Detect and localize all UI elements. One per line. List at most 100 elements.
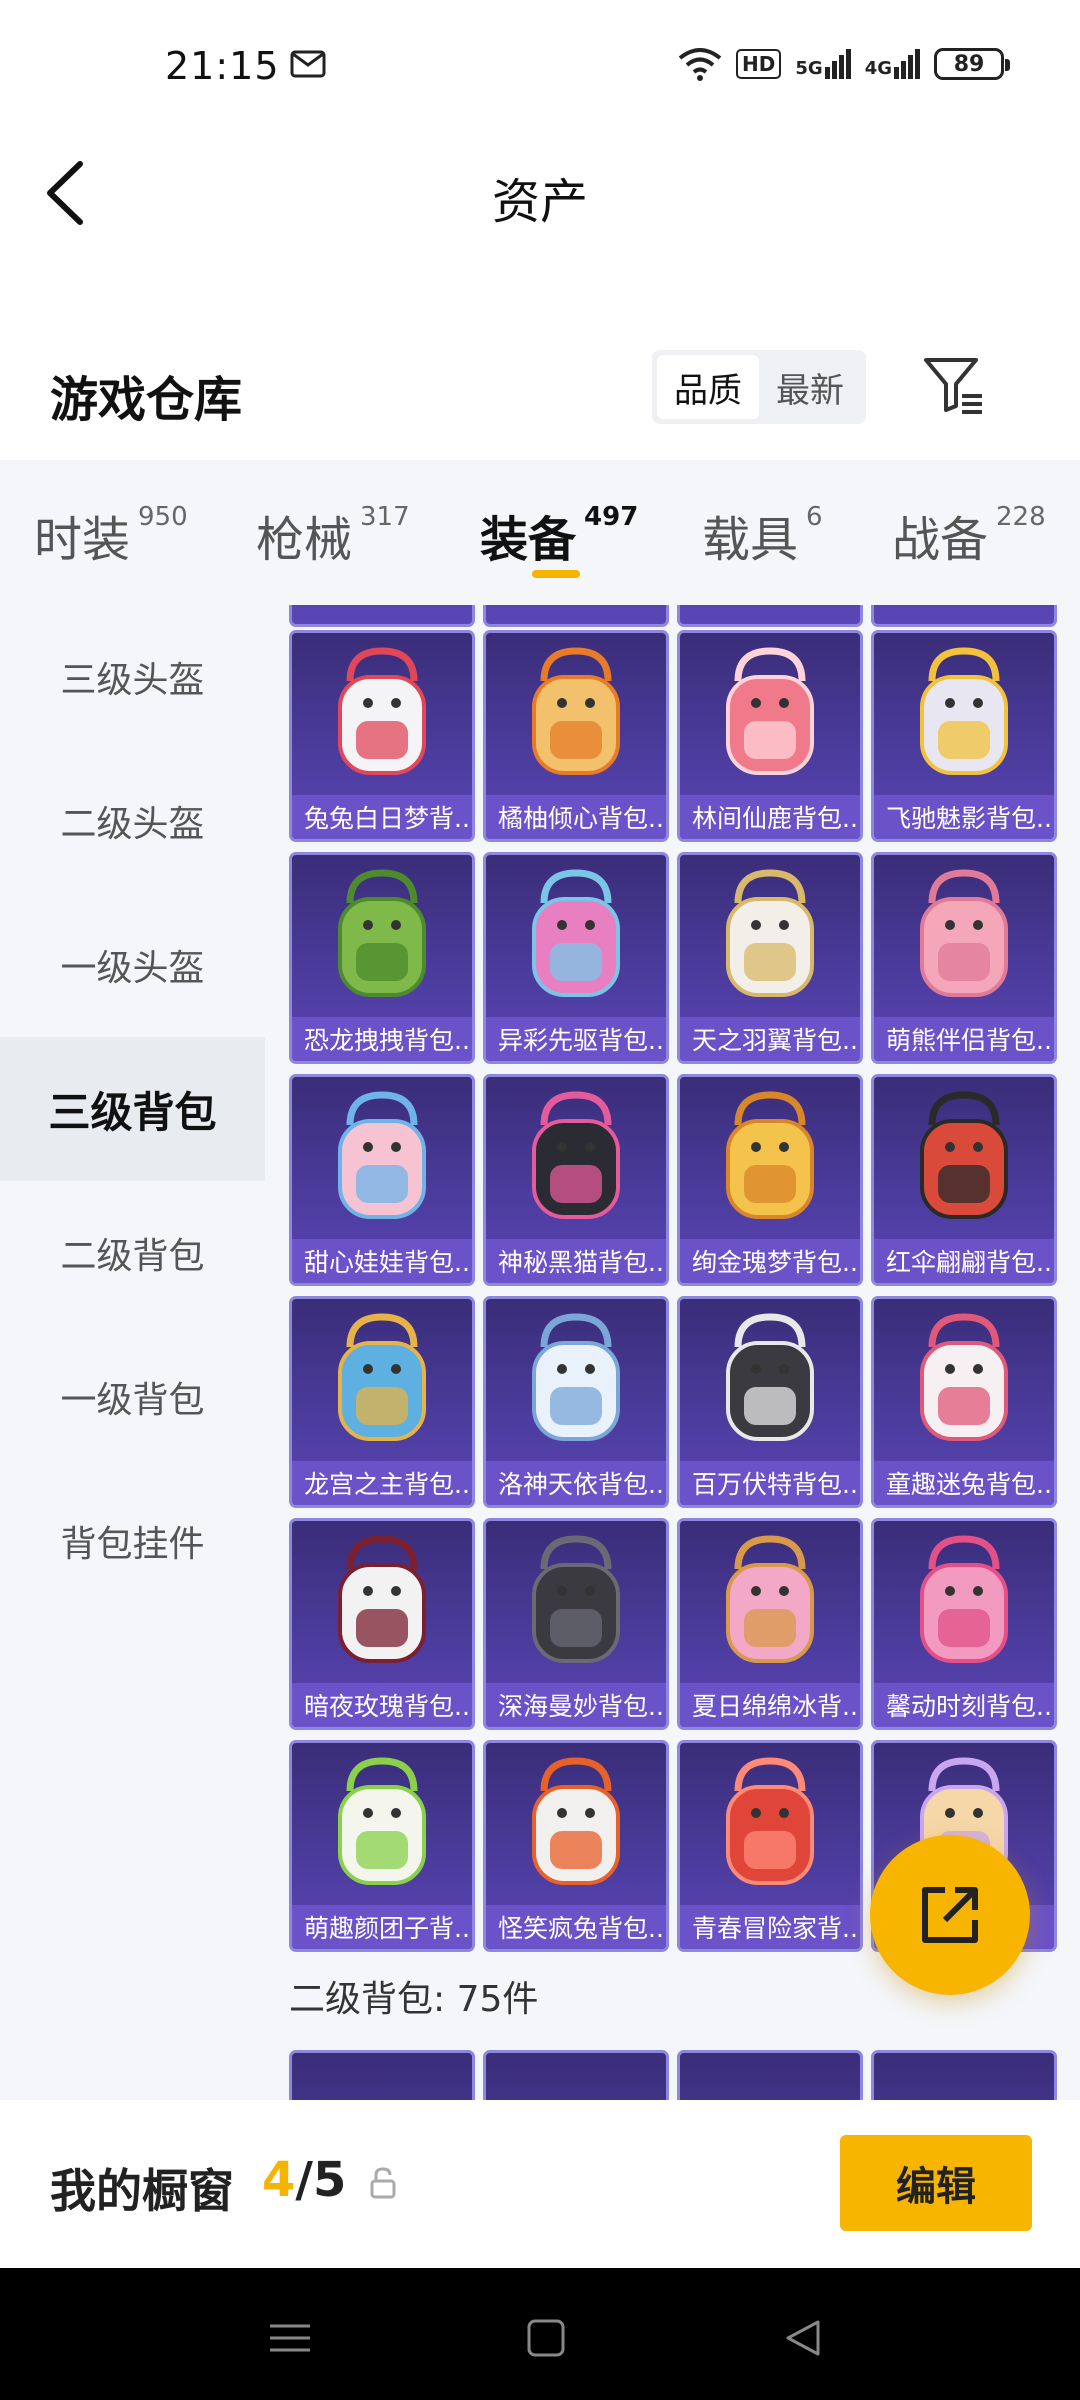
backpack-image-icon [726, 1535, 814, 1663]
item-card[interactable]: 童趣迷兔背包... [871, 1296, 1057, 1508]
showcase-label: 我的橱窗 [50, 2164, 234, 2218]
status-icons: HD 5G 4G 89 [678, 44, 1010, 84]
sort-quality-option[interactable]: 品质 [657, 355, 759, 419]
item-card-partial[interactable] [677, 2050, 863, 2100]
item-name: 甜心娃娃背包... [292, 1239, 472, 1283]
item-card-partial[interactable] [483, 2050, 669, 2100]
item-card[interactable]: 橘柚倾心背包... [483, 630, 669, 842]
sidebar-item-backpack-charm[interactable]: 背包挂件 [0, 1469, 265, 1613]
backpack-image-icon [920, 647, 1008, 775]
filter-icon[interactable] [920, 352, 986, 418]
item-card[interactable]: 馨动时刻背包... [871, 1518, 1057, 1730]
showcase-count: 4/5 [262, 2152, 347, 2208]
item-card-partial[interactable] [483, 605, 669, 627]
category-tabs: 时装 950 枪械 317 装备 497 载具 6 战备 228 [0, 460, 1080, 605]
item-name: 异彩先驱背包... [486, 1017, 666, 1061]
item-name: 萌趣颜团子背... [292, 1905, 472, 1949]
item-name: 深海曼妙背包... [486, 1683, 666, 1727]
backpack-image-icon [920, 1091, 1008, 1219]
item-name: 飞驰魅影背包... [874, 795, 1054, 839]
sidebar-item-lv2-backpack[interactable]: 二级背包 [0, 1181, 265, 1325]
sidebar-item-lv3-backpack[interactable]: 三级背包 [0, 1037, 265, 1181]
sidebar-item-lv2-helmet[interactable]: 二级头盔 [0, 749, 265, 893]
item-card[interactable]: 百万伏特背包... [677, 1296, 863, 1508]
warehouse-bar: 游戏仓库 品质 最新 [0, 330, 1080, 460]
signal-4g-icon: 4G [865, 49, 920, 79]
backpack-image-icon [726, 1313, 814, 1441]
sidebar-item-lv3-helmet[interactable]: 三级头盔 [0, 605, 265, 749]
item-name: 怪笑疯兔背包... [486, 1905, 666, 1949]
item-card[interactable]: 夏日绵绵冰背... [677, 1518, 863, 1730]
item-card[interactable]: 天之羽翼背包... [677, 852, 863, 1064]
item-card[interactable]: 林间仙鹿背包... [677, 630, 863, 842]
backpack-image-icon [338, 647, 426, 775]
tab-fashion[interactable]: 时装 950 [34, 500, 188, 570]
tab-guns[interactable]: 枪械 317 [256, 500, 410, 570]
item-card-partial[interactable] [871, 605, 1057, 627]
item-card-partial[interactable] [289, 605, 475, 627]
item-card[interactable]: 怪笑疯兔背包... [483, 1740, 669, 1952]
sidebar-item-lv1-backpack[interactable]: 一级背包 [0, 1325, 265, 1469]
hd-icon: HD [736, 49, 782, 79]
item-name: 夏日绵绵冰背... [680, 1683, 860, 1727]
item-card[interactable]: 萌熊伴侣背包... [871, 852, 1057, 1064]
back-icon[interactable] [774, 2308, 834, 2368]
item-card-partial[interactable] [289, 2050, 475, 2100]
item-card[interactable]: 萌趣颜团子背... [289, 1740, 475, 1952]
mail-icon [290, 50, 326, 78]
item-card[interactable]: 红伞翩翩背包... [871, 1074, 1057, 1286]
signal-5g-icon: 5G [795, 49, 851, 79]
item-name: 兔兔白日梦背... [292, 795, 472, 839]
edit-button[interactable]: 编辑 [840, 2135, 1032, 2231]
item-name: 橘柚倾心背包... [486, 795, 666, 839]
section-label-lv2-backpack: 二级背包: 75件 [289, 1979, 539, 2020]
item-card[interactable]: 暗夜玫瑰背包... [289, 1518, 475, 1730]
item-card-partial[interactable] [871, 2050, 1057, 2100]
item-name: 童趣迷兔背包... [874, 1461, 1054, 1505]
item-name: 萌熊伴侣背包... [874, 1017, 1054, 1061]
backpack-image-icon [920, 869, 1008, 997]
item-name: 天之羽翼背包... [680, 1017, 860, 1061]
backpack-image-icon [338, 1091, 426, 1219]
item-card[interactable]: 恐龙拽拽背包... [289, 852, 475, 1064]
item-card[interactable]: 甜心娃娃背包... [289, 1074, 475, 1286]
item-name: 恐龙拽拽背包... [292, 1017, 472, 1061]
sort-toggle: 品质 最新 [652, 350, 866, 424]
item-card-partial[interactable] [677, 605, 863, 627]
battery-icon: 89 [934, 48, 1010, 80]
item-name: 绚金瑰梦背包... [680, 1239, 860, 1283]
status-bar: 21:15 HD 5G 4G 89 [0, 0, 1080, 130]
item-name: 馨动时刻背包... [874, 1683, 1054, 1727]
backpack-image-icon [532, 1757, 620, 1885]
item-card[interactable]: 兔兔白日梦背... [289, 630, 475, 842]
backpack-image-icon [532, 1535, 620, 1663]
sort-newest-option[interactable]: 最新 [759, 355, 861, 419]
item-card[interactable]: 龙宫之主背包... [289, 1296, 475, 1508]
backpack-image-icon [532, 869, 620, 997]
item-card[interactable]: 青春冒险家背... [677, 1740, 863, 1952]
backpack-image-icon [726, 869, 814, 997]
backpack-image-icon [338, 1313, 426, 1441]
home-icon[interactable] [516, 2308, 576, 2368]
item-card[interactable]: 绚金瑰梦背包... [677, 1074, 863, 1286]
item-card[interactable]: 飞驰魅影背包... [871, 630, 1057, 842]
backpack-image-icon [920, 1535, 1008, 1663]
item-card[interactable]: 异彩先驱背包... [483, 852, 669, 1064]
sidebar-item-lv1-helmet[interactable]: 一级头盔 [0, 893, 265, 1037]
item-name: 林间仙鹿背包... [680, 795, 860, 839]
item-card[interactable]: 神秘黑猫背包... [483, 1074, 669, 1286]
share-fab-button[interactable] [870, 1835, 1030, 1995]
tab-vehicles[interactable]: 载具 6 [702, 500, 823, 570]
item-name: 红伞翩翩背包... [874, 1239, 1054, 1283]
share-icon [922, 1887, 978, 1943]
item-card[interactable]: 洛神天依背包... [483, 1296, 669, 1508]
page-header: 资产 [0, 130, 1080, 260]
menu-icon[interactable] [260, 2308, 320, 2368]
item-name: 暗夜玫瑰背包... [292, 1683, 472, 1727]
item-name: 龙宫之主背包... [292, 1461, 472, 1505]
page-title: 资产 [491, 174, 588, 230]
tab-equipment[interactable]: 装备 497 [480, 500, 638, 570]
tab-supplies[interactable]: 战备 228 [892, 500, 1046, 570]
item-name: 神秘黑猫背包... [486, 1239, 666, 1283]
item-card[interactable]: 深海曼妙背包... [483, 1518, 669, 1730]
